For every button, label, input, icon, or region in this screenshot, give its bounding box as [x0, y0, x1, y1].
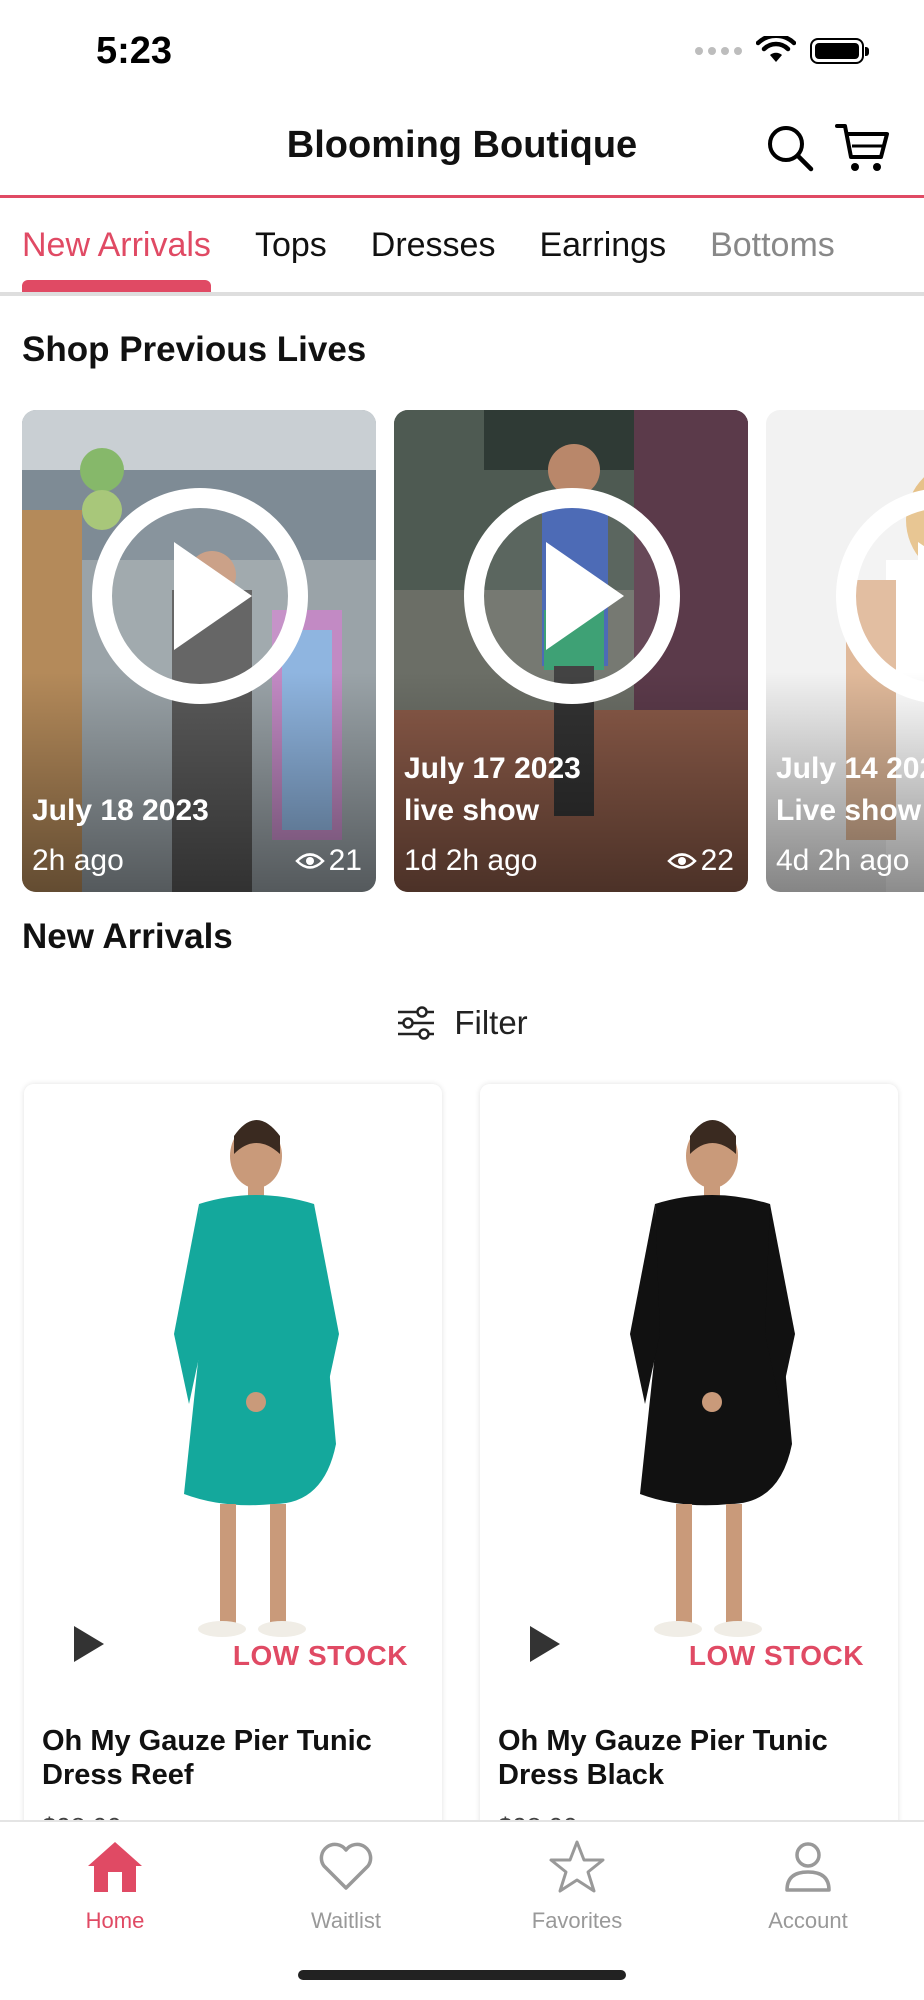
nav-home[interactable]: Home — [35, 1836, 195, 1934]
nav-favorites-label: Favorites — [531, 1908, 623, 1933]
search-icon — [768, 126, 814, 172]
tab-divider — [0, 292, 924, 296]
live-views: 21 — [294, 844, 362, 878]
category-tabs: New Arrivals Tops Dresses Earrings Botto… — [0, 198, 924, 296]
home-icon — [88, 1842, 142, 1892]
tab-dresses[interactable]: Dresses — [349, 198, 518, 292]
live-views: 22 — [666, 844, 734, 878]
product-video-play-icon[interactable] — [530, 1626, 560, 1662]
play-icon — [92, 488, 308, 704]
product-name: Oh My Gauze Pier Tunic Dress Black — [498, 1725, 828, 1791]
live-date: July 14 2023 — [776, 752, 924, 785]
app-header: Blooming Boutique — [0, 100, 924, 198]
product-video-play-icon[interactable] — [74, 1626, 104, 1662]
live-subtitle: live show — [404, 794, 540, 827]
cart-icon — [835, 124, 889, 171]
nav-home-label: Home — [85, 1908, 145, 1933]
live-time-ago: 1d 2h ago — [404, 844, 538, 877]
tab-bottoms[interactable]: Bottoms — [688, 198, 857, 292]
lives-section-title: Shop Previous Lives — [22, 330, 367, 369]
tab-new-arrivals[interactable]: New Arrivals — [0, 198, 233, 292]
status-icons — [695, 36, 869, 66]
star-icon — [549, 1840, 605, 1893]
live-view-count: 22 — [700, 844, 734, 877]
live-view-count: 21 — [328, 844, 362, 877]
live-time-ago: 4d 2h ago — [776, 844, 910, 877]
live-date: July 18 2023 — [32, 794, 209, 827]
product-card[interactable]: LOW STOCK Oh My Gauze Pier Tunic Dress B… — [480, 1084, 898, 1844]
wifi-icon — [756, 36, 796, 62]
search-button[interactable] — [762, 120, 818, 176]
live-subtitle: Live show — [776, 794, 922, 827]
filter-sliders-icon — [398, 1006, 435, 1040]
live-video-card[interactable]: July 17 2023 live show 1d 2h ago 22 — [394, 410, 748, 892]
tab-tops[interactable]: Tops — [233, 198, 349, 292]
eye-icon — [666, 853, 697, 869]
product-card[interactable]: LOW STOCK Oh My Gauze Pier Tunic Dress R… — [24, 1084, 442, 1844]
nav-account-label: Account — [768, 1908, 848, 1933]
arrivals-section-title: New Arrivals — [22, 917, 233, 956]
tab-earrings[interactable]: Earrings — [517, 198, 688, 292]
battery-icon — [810, 38, 869, 64]
filter-label: Filter — [454, 1004, 528, 1041]
product-image — [480, 1084, 898, 1684]
eye-icon — [294, 853, 325, 869]
product-image — [24, 1084, 442, 1684]
home-indicator — [298, 1970, 626, 1980]
lives-carousel[interactable]: July 18 2023 2h ago 21 July 17 2023 live… — [22, 410, 924, 892]
status-time: 5:23 — [96, 30, 173, 72]
nav-waitlist[interactable]: Waitlist — [266, 1836, 426, 1934]
play-icon — [464, 488, 680, 704]
low-stock-badge: LOW STOCK — [232, 1640, 408, 1671]
nav-favorites[interactable]: Favorites — [497, 1836, 657, 1934]
low-stock-badge: LOW STOCK — [688, 1640, 864, 1671]
heart-icon — [319, 1842, 373, 1890]
nav-waitlist-label: Waitlist — [310, 1908, 382, 1933]
live-date: July 17 2023 — [404, 752, 581, 785]
status-bar: 5:23 — [0, 0, 924, 100]
live-video-card[interactable]: July 18 2023 2h ago 21 — [22, 410, 376, 892]
person-icon — [785, 1842, 831, 1892]
cart-button[interactable] — [834, 120, 890, 176]
nav-account[interactable]: Account — [728, 1836, 888, 1934]
live-time-ago: 2h ago — [32, 844, 124, 877]
product-name: Oh My Gauze Pier Tunic Dress Reef — [42, 1725, 372, 1791]
cellular-signal-icon — [695, 47, 742, 55]
filter-button[interactable]: Filter — [0, 1000, 924, 1046]
live-video-card[interactable]: July 14 2023 Live show 4d 2h ago — [766, 410, 924, 892]
